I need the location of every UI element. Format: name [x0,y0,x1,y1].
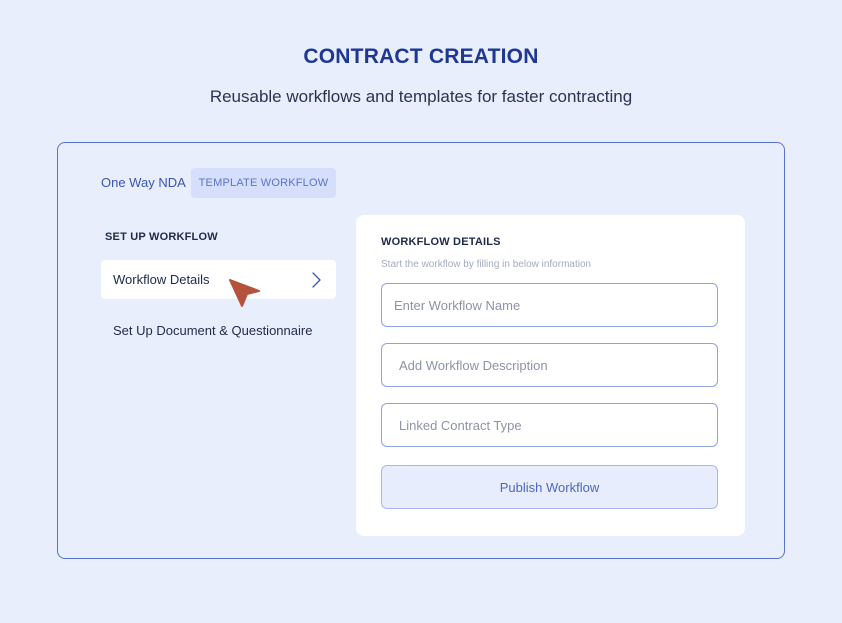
breadcrumb-template-name[interactable]: One Way NDA [101,175,186,190]
sidebar-item-workflow-details[interactable]: Workflow Details [101,260,336,299]
sidebar-item-label: Workflow Details [113,272,210,287]
sidebar-heading: SET UP WORKFLOW [105,231,218,243]
linked-contract-type-input[interactable] [381,403,718,447]
workflow-details-card: WORKFLOW DETAILS Start the workflow by f… [356,215,745,536]
chevron-right-icon [312,272,321,288]
workflow-description-input[interactable] [381,343,718,387]
sidebar-item-set-up-document[interactable]: Set Up Document & Questionnaire [113,323,312,338]
page-subtitle: Reusable workflows and templates for fas… [209,87,633,106]
page: CONTRACT CREATION Reusable workflows and… [0,0,842,623]
page-title: CONTRACT CREATION [303,45,539,68]
card-heading: WORKFLOW DETAILS [381,236,501,248]
publish-workflow-button[interactable]: Publish Workflow [381,465,718,509]
template-workflow-badge: TEMPLATE WORKFLOW [191,168,336,198]
workflow-window: One Way NDA TEMPLATE WORKFLOW SET UP WOR… [57,142,785,559]
card-hint: Start the workflow by filling in below i… [381,259,592,270]
mouse-pointer-icon [229,279,260,307]
workflow-name-input[interactable] [381,283,718,327]
